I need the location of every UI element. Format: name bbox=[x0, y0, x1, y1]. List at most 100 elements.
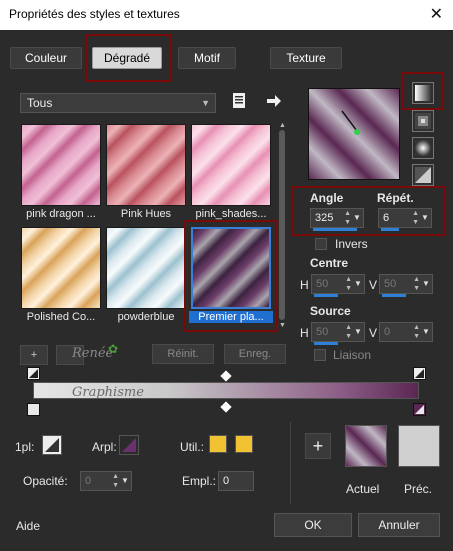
highlight-tab-box bbox=[86, 34, 172, 82]
help-link[interactable]: Aide bbox=[16, 519, 40, 533]
util-label: Util.: bbox=[180, 440, 204, 454]
opacity-value: 0 bbox=[85, 475, 92, 487]
location-label: Empl.: bbox=[182, 474, 217, 488]
center-v-value: 50 bbox=[384, 278, 397, 290]
angle-label: Angle bbox=[310, 191, 344, 205]
center-h-value: 50 bbox=[316, 278, 329, 290]
gradient-thumbnail[interactable] bbox=[106, 124, 186, 206]
arpl-label: Arpl: bbox=[92, 440, 117, 454]
util-swatch-1[interactable] bbox=[209, 435, 227, 453]
tab-couleur[interactable]: Couleur bbox=[10, 47, 82, 69]
add-gradient-button[interactable]: + bbox=[20, 345, 48, 365]
linear-style-icon[interactable] bbox=[412, 82, 434, 104]
close-icon[interactable]: ✕ bbox=[430, 4, 443, 24]
source-h-stepper-icon[interactable]: ▲ ▼ bbox=[345, 323, 352, 341]
foreground-label: 1pl: bbox=[15, 440, 35, 454]
gradient-thumbnail[interactable] bbox=[21, 124, 101, 206]
center-h-stepper-icon[interactable]: ▲ ▼ bbox=[345, 275, 352, 293]
gradient-thumbnail-label: pink_shades... bbox=[195, 208, 267, 220]
gradient-thumbnail-label: powderblue bbox=[117, 311, 175, 323]
invert-checkbox[interactable] bbox=[315, 238, 327, 250]
source-v-dropdown-icon[interactable]: ▼ bbox=[421, 323, 431, 341]
start-color-stop-icon[interactable] bbox=[27, 403, 40, 416]
center-v-spinner[interactable]: 50 ▲ ▼ ▼ bbox=[379, 274, 433, 297]
repeat-stepper-icon[interactable]: ▲ ▼ bbox=[412, 209, 419, 227]
previous-label: Préc. bbox=[404, 482, 433, 496]
repeat-dropdown-icon[interactable]: ▼ bbox=[420, 209, 430, 227]
current-swatch[interactable] bbox=[345, 425, 387, 467]
opacity-label: Opacité: bbox=[23, 474, 68, 488]
save-button[interactable]: Enreg. bbox=[224, 344, 286, 364]
radial-style-icon[interactable] bbox=[412, 137, 434, 159]
gradient-thumbnail[interactable] bbox=[21, 227, 101, 309]
source-label: Source bbox=[310, 304, 351, 318]
ok-button[interactable]: OK bbox=[274, 513, 352, 537]
background-swatch[interactable] bbox=[119, 435, 139, 455]
arrow-right-icon[interactable] bbox=[266, 94, 282, 108]
library-scrollbar-thumb[interactable] bbox=[279, 130, 285, 320]
source-h-spinner[interactable]: 50 ▲ ▼ ▼ bbox=[311, 322, 365, 345]
util-swatch-2[interactable] bbox=[235, 435, 253, 453]
angle-stepper-icon[interactable]: ▲ ▼ bbox=[344, 209, 351, 227]
repeat-label: Répét. bbox=[377, 191, 414, 205]
repeat-value: 6 bbox=[383, 212, 390, 224]
book-icon[interactable] bbox=[232, 92, 248, 110]
opacity-stepper-icon[interactable]: ▲ ▼ bbox=[112, 472, 119, 490]
location-input[interactable]: 0 bbox=[218, 471, 254, 491]
source-v-stepper-icon[interactable]: ▲ ▼ bbox=[413, 323, 420, 341]
gradient-thumbnail-label: pink dragon ... bbox=[26, 208, 96, 220]
angle-dropdown-icon[interactable]: ▼ bbox=[352, 209, 362, 227]
chevron-down-icon: ▼ bbox=[201, 98, 210, 108]
tab-motif[interactable]: Motif bbox=[178, 47, 236, 69]
add-swatch-button[interactable]: + bbox=[305, 433, 331, 459]
source-h-value: 50 bbox=[316, 326, 329, 338]
category-dropdown[interactable]: Tous ▼ bbox=[20, 93, 216, 113]
leaf-icon: ✿ bbox=[108, 342, 119, 356]
highlight-selected-box bbox=[184, 220, 278, 332]
gradient-thumbnail[interactable] bbox=[106, 227, 186, 309]
sunburst-style-icon[interactable] bbox=[412, 164, 434, 186]
opacity-dropdown-icon[interactable]: ▼ bbox=[120, 472, 130, 490]
invert-label: Invers bbox=[335, 237, 368, 251]
window-titlebar: Propriétés des styles et textures ✕ bbox=[0, 0, 453, 30]
source-v-spinner[interactable]: 0 ▲ ▼ ▼ bbox=[379, 322, 433, 342]
gradient-thumbnail-label: Polished Co... bbox=[26, 311, 96, 323]
category-dropdown-value: Tous bbox=[27, 96, 53, 110]
center-h-spinner[interactable]: 50 ▲ ▼ ▼ bbox=[311, 274, 365, 297]
source-v-value: 0 bbox=[384, 326, 391, 338]
tab-texture[interactable]: Texture bbox=[270, 47, 342, 69]
watermark-text-2: Graphisme bbox=[72, 385, 144, 400]
opacity-spinner[interactable]: 0 ▲ ▼ ▼ bbox=[80, 471, 132, 491]
scroll-down-icon[interactable]: ▼ bbox=[279, 322, 286, 329]
source-h-dropdown-icon[interactable]: ▼ bbox=[353, 323, 363, 341]
previous-swatch[interactable] bbox=[398, 425, 440, 467]
gradient-preview[interactable] bbox=[308, 88, 400, 180]
cancel-button[interactable]: Annuler bbox=[358, 513, 440, 537]
source-h-label: H bbox=[300, 326, 309, 340]
angle-spinner[interactable]: 325 ▲ ▼ ▼ bbox=[310, 208, 364, 231]
reset-button[interactable]: Réinit. bbox=[152, 344, 214, 364]
scroll-up-icon[interactable]: ▲ bbox=[279, 122, 286, 129]
rectangular-style-icon[interactable] bbox=[412, 110, 434, 132]
repeat-spinner[interactable]: 6 ▲ ▼ ▼ bbox=[378, 208, 432, 231]
end-stop-marker-icon[interactable] bbox=[413, 367, 426, 380]
gradient-thumbnail-label: Pink Hues bbox=[120, 208, 172, 220]
link-checkbox[interactable] bbox=[314, 349, 326, 361]
center-v-stepper-icon[interactable]: ▲ ▼ bbox=[413, 275, 420, 293]
gradient-thumbnail[interactable] bbox=[191, 124, 271, 206]
foreground-swatch[interactable] bbox=[42, 435, 62, 455]
center-v-dropdown-icon[interactable]: ▼ bbox=[421, 275, 431, 293]
angle-value: 325 bbox=[315, 212, 334, 224]
current-label: Actuel bbox=[346, 482, 380, 496]
window-title: Propriétés des styles et textures bbox=[9, 7, 180, 21]
location-value: 0 bbox=[223, 475, 230, 487]
divider bbox=[290, 422, 291, 504]
center-label: Centre bbox=[310, 256, 349, 270]
center-h-label: H bbox=[300, 278, 309, 292]
center-v-label: V bbox=[369, 278, 378, 292]
center-h-dropdown-icon[interactable]: ▼ bbox=[353, 275, 363, 293]
end-color-stop-icon[interactable] bbox=[413, 403, 426, 416]
start-stop-marker-icon[interactable] bbox=[27, 367, 40, 380]
source-v-label: V bbox=[369, 326, 378, 340]
link-label: Liaison bbox=[333, 348, 372, 362]
